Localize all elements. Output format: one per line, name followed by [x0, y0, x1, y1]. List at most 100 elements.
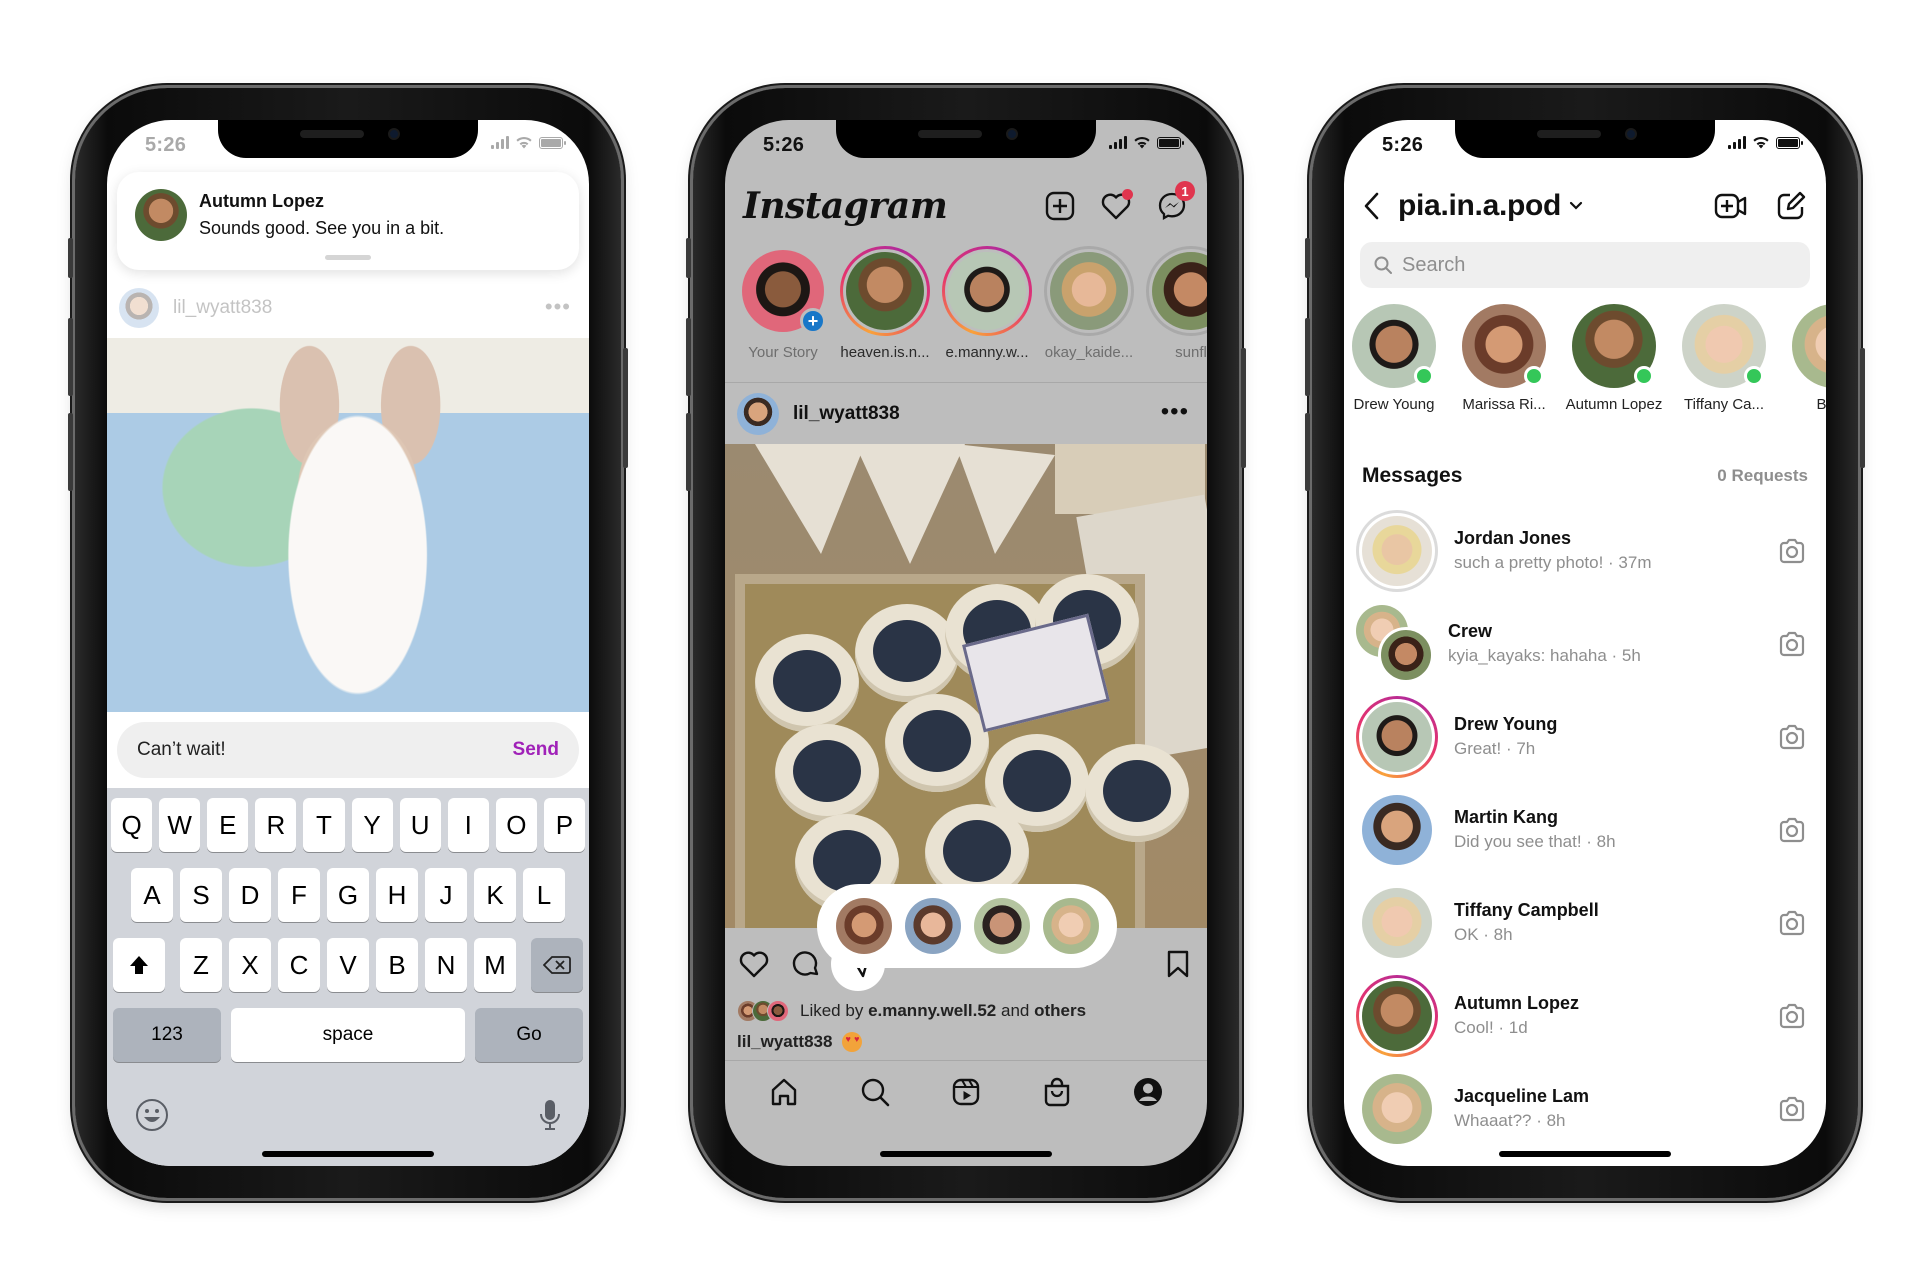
comment-button[interactable] [789, 947, 823, 981]
key-n[interactable]: N [425, 938, 467, 992]
thread-row[interactable]: Jacqueline Lam Whaaat?? · 8h [1344, 1062, 1826, 1155]
key-j[interactable]: J [425, 868, 467, 922]
key-m[interactable]: M [474, 938, 516, 992]
key-i[interactable]: I [447, 798, 489, 852]
active-user[interactable]: Brian [1792, 304, 1826, 422]
key-b[interactable]: B [376, 938, 418, 992]
story-item[interactable]: sunfl [1146, 246, 1207, 366]
caption-username[interactable]: lil_wyatt838 [737, 1032, 832, 1052]
key-g[interactable]: G [327, 868, 369, 922]
share-recipient-avatar[interactable] [1042, 898, 1099, 954]
save-button[interactable] [1161, 947, 1195, 981]
tab-reels[interactable] [948, 1074, 984, 1110]
new-post-button[interactable] [1043, 189, 1077, 223]
account-switcher[interactable]: pia.in.a.pod [1398, 189, 1561, 223]
thread-row[interactable]: Crew kyia_kayaks: hahaha · 5h [1344, 597, 1826, 690]
home-indicator[interactable] [1499, 1151, 1671, 1157]
thread-row[interactable]: Drew Young Great! · 7h [1344, 690, 1826, 783]
messenger-button[interactable]: 1 [1155, 181, 1195, 223]
share-recipient-avatar[interactable] [835, 898, 892, 954]
new-video-call-button[interactable] [1714, 189, 1748, 223]
poster-avatar[interactable] [737, 393, 779, 435]
requests-link[interactable]: 0 Requests [1717, 466, 1808, 486]
compose-message-button[interactable] [1774, 189, 1808, 223]
emoji-keyboard-icon[interactable] [135, 1098, 169, 1132]
key-a[interactable]: A [131, 868, 173, 922]
reply-input[interactable]: Can’t wait! [137, 739, 513, 761]
home-indicator[interactable] [262, 1151, 434, 1157]
key-s[interactable]: S [180, 868, 222, 922]
camera-button[interactable] [1776, 721, 1808, 753]
key-e[interactable]: E [207, 798, 249, 852]
thread-row[interactable]: Jordan Jones such a pretty photo! · 37m [1344, 504, 1826, 597]
key-k[interactable]: K [474, 868, 516, 922]
camera-button[interactable] [1776, 535, 1808, 567]
more-options-icon[interactable]: ••• [1161, 398, 1189, 426]
camera-button[interactable] [1776, 1093, 1808, 1125]
camera-button[interactable] [1776, 907, 1808, 939]
key-q[interactable]: Q [111, 798, 153, 852]
key-h[interactable]: H [376, 868, 418, 922]
story-your-story[interactable]: + Your Story [739, 246, 827, 366]
key-u[interactable]: U [399, 798, 441, 852]
key-d[interactable]: D [229, 868, 271, 922]
go-key[interactable]: Go [475, 1008, 583, 1062]
share-recipient-avatar[interactable] [973, 898, 1030, 954]
active-user[interactable]: Marissa Ri... [1462, 304, 1546, 422]
numbers-key[interactable]: 123 [113, 1008, 221, 1062]
reply-input-bar[interactable]: Can’t wait! Send [117, 722, 579, 778]
chevron-down-icon[interactable] [1569, 198, 1585, 214]
key-r[interactable]: R [255, 798, 297, 852]
key-p[interactable]: P [543, 798, 585, 852]
thread-row[interactable]: Martin Kang Did you see that! · 8h [1344, 783, 1826, 876]
camera-button[interactable] [1776, 814, 1808, 846]
thread-name: Tiffany Campbell [1454, 900, 1599, 920]
home-indicator[interactable] [880, 1151, 1052, 1157]
liked-by-line[interactable]: Liked by e.manny.well.52 and others [737, 1000, 1086, 1022]
space-key[interactable]: space [231, 1008, 465, 1062]
tab-search[interactable] [857, 1074, 893, 1110]
key-v[interactable]: V [327, 938, 369, 992]
tab-profile[interactable] [1130, 1074, 1166, 1110]
liked-by-user[interactable]: e.manny.well.52 [868, 1001, 996, 1020]
active-user[interactable]: Drew Young [1352, 304, 1436, 422]
poster-username[interactable]: lil_wyatt838 [793, 403, 900, 425]
liked-by-others[interactable]: others [1034, 1001, 1086, 1020]
thread-row[interactable]: Tiffany Campbell OK · 8h [1344, 876, 1826, 969]
notification-grabber[interactable] [325, 255, 371, 260]
tab-shop[interactable] [1039, 1074, 1075, 1110]
search-bar[interactable] [1360, 242, 1810, 288]
key-c[interactable]: C [278, 938, 320, 992]
story-item[interactable]: okay_kaide... [1044, 246, 1134, 366]
instagram-logo[interactable]: Instagram [743, 185, 1021, 227]
post-photo-cheese[interactable] [725, 444, 1207, 928]
send-button[interactable]: Send [513, 739, 559, 761]
key-o[interactable]: O [495, 798, 537, 852]
key-z[interactable]: Z [180, 938, 222, 992]
back-button[interactable] [1362, 190, 1386, 222]
active-user[interactable]: Tiffany Ca... [1682, 304, 1766, 422]
thread-row[interactable]: Autumn Lopez Cool! · 1d [1344, 969, 1826, 1062]
instagram-header: Instagram 1 [725, 174, 1207, 238]
story-item[interactable]: heaven.is.n... [840, 246, 930, 366]
key-t[interactable]: T [303, 798, 345, 852]
message-notification-banner[interactable]: Autumn Lopez Sounds good. See you in a b… [117, 172, 579, 270]
active-user[interactable]: Autumn Lopez [1566, 304, 1662, 422]
key-x[interactable]: X [229, 938, 271, 992]
camera-button[interactable] [1776, 1000, 1808, 1032]
share-recipient-avatar[interactable] [904, 898, 961, 954]
camera-button[interactable] [1776, 628, 1808, 660]
like-button[interactable] [737, 947, 771, 981]
add-story-icon[interactable]: + [800, 308, 826, 334]
activity-button[interactable] [1099, 189, 1133, 223]
key-l[interactable]: L [523, 868, 565, 922]
microphone-icon[interactable] [539, 1098, 561, 1132]
tab-home[interactable] [766, 1074, 802, 1110]
delete-key[interactable] [531, 938, 583, 992]
key-w[interactable]: W [159, 798, 201, 852]
key-f[interactable]: F [278, 868, 320, 922]
story-item[interactable]: e.manny.w... [942, 246, 1032, 366]
search-input[interactable] [1402, 253, 1796, 277]
shift-key[interactable] [113, 938, 165, 992]
key-y[interactable]: Y [351, 798, 393, 852]
